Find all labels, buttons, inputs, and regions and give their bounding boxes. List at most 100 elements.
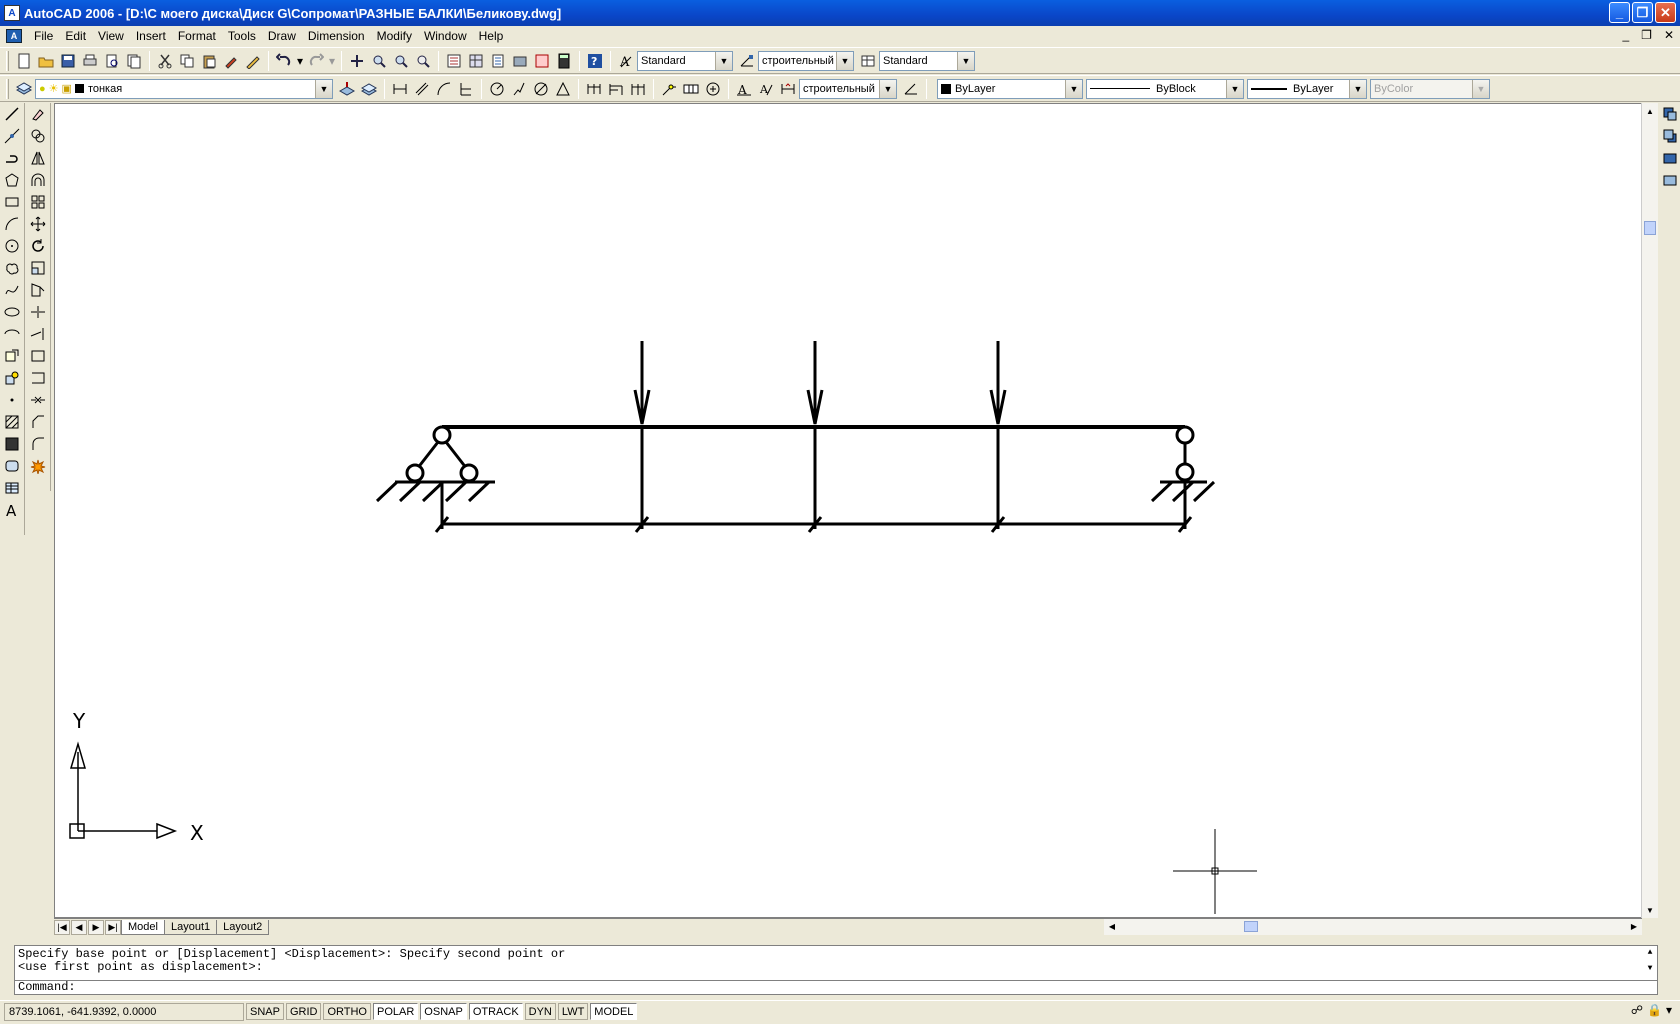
drawing-canvas[interactable]: Y X [54,103,1642,918]
dyn-toggle[interactable]: DYN [524,1003,556,1020]
publish-icon[interactable] [123,50,145,72]
text-style-icon[interactable]: A [615,50,637,72]
send-to-back-icon[interactable] [1658,125,1680,147]
dimension-style-icon[interactable] [736,50,758,72]
block-editor-icon[interactable] [242,50,264,72]
new-file-icon[interactable] [13,50,35,72]
text-style-select[interactable]: Standard ▼ [637,50,733,71]
insert-block-icon[interactable] [0,345,24,367]
menu-dimension[interactable]: Dimension [302,29,371,43]
angular-dimension-icon[interactable] [552,78,574,100]
dimension-style-manager-icon[interactable] [900,78,922,100]
aligned-dimension-icon[interactable] [411,78,433,100]
radius-dimension-icon[interactable] [486,78,508,100]
jogged-dimension-icon[interactable] [508,78,530,100]
line-icon[interactable] [0,103,24,125]
command-scroll-up-icon[interactable]: ▲ [1643,946,1657,960]
help-icon[interactable]: ? [584,50,606,72]
rotate-icon[interactable] [26,235,50,257]
vertical-scroll-thumb[interactable] [1644,221,1656,235]
undo-dropdown-icon[interactable]: ▾ [295,50,305,72]
table-style-select[interactable]: Standard ▼ [879,50,975,71]
last-tab-icon[interactable]: ▶| [105,919,121,935]
baseline-dimension-icon[interactable] [605,78,627,100]
chevron-down-icon[interactable]: ▼ [1065,79,1082,98]
send-under-objects-icon[interactable] [1658,169,1680,191]
linear-dimension-icon[interactable] [389,78,411,100]
doc-restore-icon[interactable]: ❐ [1641,28,1652,42]
plot-icon[interactable] [79,50,101,72]
scroll-down-icon[interactable]: ▼ [1642,902,1658,918]
menu-file[interactable]: File [28,29,59,43]
design-center-icon[interactable] [465,50,487,72]
trim-icon[interactable] [26,301,50,323]
polar-toggle[interactable]: POLAR [373,1003,419,1020]
rectangle-icon[interactable] [0,191,24,213]
tab-model[interactable]: Model [121,919,165,935]
doc-minimize-icon[interactable]: _ [1622,28,1629,42]
communication-center-icon[interactable]: ☍ [1631,1003,1643,1017]
make-object-layer-current-icon[interactable] [336,78,358,100]
dimension-style-combo[interactable]: строительный ▼ [799,78,897,99]
cut-icon[interactable] [154,50,176,72]
properties-icon[interactable] [443,50,465,72]
dimension-update-icon[interactable] [777,78,799,100]
tool-palettes-icon[interactable] [487,50,509,72]
quick-leader-icon[interactable] [658,78,680,100]
match-properties-icon[interactable] [220,50,242,72]
autocad-app-icon[interactable]: A [4,5,20,21]
zoom-window-icon[interactable] [390,50,412,72]
polygon-icon[interactable] [0,169,24,191]
menu-draw[interactable]: Draw [262,29,302,43]
menu-tools[interactable]: Tools [222,29,262,43]
layer-select[interactable]: ● ☀ ▣ тонкая ▼ [35,78,333,99]
lineweight-control[interactable]: ByLayer ▼ [1247,78,1367,99]
break-at-point-icon[interactable] [26,345,50,367]
first-tab-icon[interactable]: |◀ [54,919,70,935]
hatch-icon[interactable] [0,411,24,433]
redo-dropdown-icon[interactable]: ▾ [327,50,337,72]
status-menu-icon[interactable]: ▾ [1666,1003,1672,1017]
horizontal-scrollbar[interactable]: ◀ ▶ [1104,918,1642,935]
restore-button[interactable]: ❐ [1632,2,1653,23]
tolerance-icon[interactable] [680,78,702,100]
menu-insert[interactable]: Insert [130,29,172,43]
zoom-realtime-icon[interactable] [368,50,390,72]
undo-icon[interactable] [273,50,295,72]
tab-layout1[interactable]: Layout1 [163,919,218,935]
sheet-set-manager-icon[interactable] [509,50,531,72]
make-block-icon[interactable] [0,367,24,389]
construction-line-icon[interactable] [0,125,24,147]
offset-icon[interactable] [26,169,50,191]
ellipse-icon[interactable] [0,301,24,323]
quickcalc-icon[interactable] [553,50,575,72]
move-icon[interactable] [26,213,50,235]
chamfer-icon[interactable] [26,411,50,433]
array-icon[interactable] [26,191,50,213]
prev-tab-icon[interactable]: ◀ [71,919,87,935]
command-scroll-down-icon[interactable]: ▼ [1643,962,1657,976]
menu-help[interactable]: Help [473,29,510,43]
pan-icon[interactable] [346,50,368,72]
command-input[interactable]: Command: [15,980,1657,995]
snap-toggle[interactable]: SNAP [246,1003,284,1020]
gradient-icon[interactable] [0,433,24,455]
color-control[interactable]: ByLayer ▼ [937,78,1083,99]
document-icon[interactable]: A [6,29,22,43]
mirror-icon[interactable] [26,147,50,169]
save-icon[interactable] [57,50,79,72]
otrack-toggle[interactable]: OTRACK [468,1003,523,1020]
scroll-left-icon[interactable]: ◀ [1104,919,1120,934]
zoom-previous-icon[interactable] [412,50,434,72]
chevron-down-icon[interactable]: ▼ [836,51,853,70]
erase-icon[interactable] [26,103,50,125]
scroll-up-icon[interactable]: ▲ [1642,103,1658,119]
horizontal-scroll-thumb[interactable] [1244,921,1258,932]
fillet-icon[interactable] [26,433,50,455]
quick-dimension-icon[interactable] [583,78,605,100]
chevron-down-icon[interactable]: ▼ [315,79,332,98]
menu-window[interactable]: Window [418,29,473,43]
spline-icon[interactable] [0,279,24,301]
dim-style-select[interactable]: строительный ▼ [758,50,854,71]
scroll-right-icon[interactable]: ▶ [1626,919,1642,934]
